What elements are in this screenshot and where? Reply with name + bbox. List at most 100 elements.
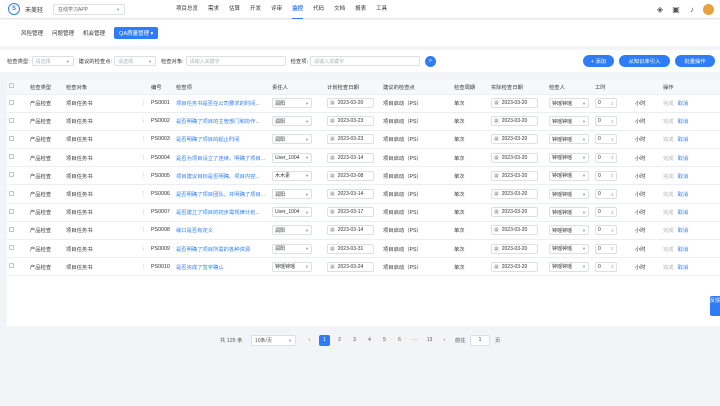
plan-date-picker[interactable]: ▦ 2023-03-14 [327, 189, 374, 200]
cancel-button[interactable]: 取消 [678, 192, 689, 198]
sub-tab[interactable]: 机会管理 [83, 29, 105, 37]
actual-date-picker[interactable]: ▦ 2023-03-20 [491, 243, 538, 254]
plan-date-picker[interactable]: ▦ 2023-03-14 [327, 152, 374, 163]
cancel-button[interactable]: 取消 [678, 210, 689, 216]
row-checkbox[interactable] [7, 94, 28, 113]
cancel-button[interactable]: 取消 [678, 101, 689, 107]
cancel-button[interactable]: 取消 [678, 174, 689, 180]
cell-item[interactable]: 是否完成了签字确认 [174, 257, 270, 277]
cell-item[interactable]: 项目建议目标是否明确、项目内容... [174, 166, 270, 186]
row-checkbox[interactable] [7, 112, 28, 131]
drag-handle-icon[interactable]: ⋮ [139, 184, 149, 204]
project-select[interactable]: 在线学习APP ▼ [53, 3, 126, 15]
plan-date-picker[interactable]: ▦ 2023-03-24 [327, 261, 374, 272]
owner-select[interactable]: 钟瑶钟瑶 ▼ [272, 261, 312, 272]
hours-stepper[interactable]: 0 ⇕ [595, 98, 617, 109]
page-button[interactable]: 2 [334, 334, 345, 346]
hours-stepper[interactable]: 0 ⇕ [595, 152, 617, 163]
drag-handle-icon[interactable]: ⋮ [139, 148, 149, 168]
plan-date-picker[interactable]: ▦ 2023-03-23 [327, 116, 374, 127]
row-checkbox[interactable] [7, 184, 28, 204]
owner-select[interactable]: 润阳 ▼ [272, 134, 312, 145]
page-button[interactable]: 13 [424, 334, 435, 346]
checker-select[interactable]: 钟瑶钟瑶 ▼ [549, 134, 589, 145]
actual-date-picker[interactable]: ▦ 2023-03-20 [491, 98, 538, 109]
object-filter-input[interactable]: 请输入关键字 [185, 56, 286, 66]
checker-select[interactable]: 钟瑶钟瑶 ▼ [549, 225, 589, 236]
hours-stepper[interactable]: 0 ⇕ [595, 189, 617, 200]
briefcase-icon[interactable]: ▣ [671, 5, 681, 15]
actual-date-picker[interactable]: ▦ 2023-03-20 [491, 170, 538, 181]
hours-stepper[interactable]: 0 ⇕ [595, 243, 617, 254]
item-link[interactable]: 是否明确了项目的起止时间 [176, 137, 240, 143]
checker-select[interactable]: 钟瑶钟瑶 ▼ [549, 261, 589, 272]
row-checkbox[interactable] [7, 239, 28, 259]
page-size-select[interactable]: 10条/页 ▼ [251, 334, 296, 346]
owner-select[interactable]: User_1004 ▼ [272, 207, 312, 218]
nav-item[interactable]: 监控 [292, 0, 304, 19]
type-filter-select[interactable]: 请选择 ▼ [31, 56, 74, 66]
hours-stepper[interactable]: 0 ⇕ [595, 116, 617, 127]
drag-handle-icon[interactable]: ⋮ [139, 203, 149, 222]
plan-date-picker[interactable]: ▦ 2023-03-08 [327, 170, 374, 181]
drag-handle-icon[interactable]: ⋮ [139, 239, 149, 259]
owner-select[interactable]: User_1004 ▼ [272, 152, 312, 163]
batch-button[interactable]: 批量操作 [675, 55, 715, 67]
owner-select[interactable]: 润阳 ▼ [272, 116, 312, 127]
cell-item[interactable]: 项目任务书是否在公司要求的时间... [174, 94, 270, 113]
nav-item[interactable]: 代码 [313, 0, 324, 19]
checker-select[interactable]: 钟瑶钟瑶 ▼ [549, 189, 589, 200]
select-all-checkbox[interactable] [7, 80, 28, 95]
cell-item[interactable]: 是否明确了项目团队、并明确了项目... [174, 184, 270, 204]
checker-select[interactable]: 钟瑶钟瑶 ▼ [549, 207, 589, 218]
nav-item[interactable]: 需求 [208, 0, 219, 19]
prev-page-button[interactable]: ‹ [304, 334, 315, 346]
complete-button[interactable]: 完成 [663, 174, 674, 180]
avatar[interactable] [703, 4, 714, 15]
row-checkbox[interactable] [7, 221, 28, 241]
cancel-button[interactable]: 取消 [678, 265, 689, 271]
sub-tab[interactable]: QA质量管理 ▾ [114, 27, 159, 39]
nav-item[interactable]: 文档 [334, 0, 345, 19]
row-checkbox[interactable] [7, 148, 28, 168]
logo[interactable]: S 禾美轻 [8, 3, 43, 15]
plan-date-picker[interactable]: ▦ 2023-03-17 [327, 207, 374, 218]
suggest-filter-select[interactable]: 请选择 ▼ [113, 56, 156, 66]
plan-date-picker[interactable]: ▦ 2023-03-31 [327, 243, 374, 254]
cell-item[interactable]: 缘口是否有定义 [174, 221, 270, 241]
owner-select[interactable]: 润阳 ▼ [272, 225, 312, 236]
drag-handle-icon[interactable]: ⋮ [139, 112, 149, 131]
bell-icon[interactable]: ♪ [687, 5, 697, 15]
item-link[interactable]: 是否明确了项目团队、并明确了项目... [176, 192, 265, 198]
hours-stepper[interactable]: 0 ⇕ [595, 170, 617, 181]
complete-button[interactable]: 完成 [663, 101, 674, 107]
layers-icon[interactable]: ◈ [655, 5, 665, 15]
cancel-button[interactable]: 取消 [678, 228, 689, 234]
sub-tab[interactable]: 风险管理 [21, 29, 43, 37]
actual-date-picker[interactable]: ▦ 2023-03-20 [491, 152, 538, 163]
page-button[interactable]: 6 [394, 334, 405, 346]
hours-stepper[interactable]: 0 ⇕ [595, 225, 617, 236]
complete-button[interactable]: 完成 [663, 192, 674, 198]
actual-date-picker[interactable]: ▦ 2023-03-20 [491, 189, 538, 200]
item-link[interactable]: 是否明确了项目的主管部门和协作... [176, 119, 260, 125]
row-checkbox[interactable] [7, 257, 28, 277]
plan-date-picker[interactable]: ▦ 2023-03-23 [327, 134, 374, 145]
page-button[interactable]: 3 [349, 334, 360, 346]
page-button[interactable]: ··· [409, 334, 420, 346]
item-link[interactable]: 项目建议目标是否明确、项目内容... [176, 174, 260, 180]
complete-button[interactable]: 完成 [663, 119, 674, 125]
feedback-tab[interactable]: 反馈 [710, 296, 720, 316]
nav-item[interactable]: 工具 [376, 0, 387, 19]
checker-select[interactable]: 钟瑶钟瑶 ▼ [549, 170, 589, 181]
drag-handle-icon[interactable]: ⋮ [139, 166, 149, 186]
item-filter-input[interactable]: 请输入关键字 [309, 56, 420, 66]
cancel-button[interactable]: 取消 [678, 156, 689, 162]
hours-stepper[interactable]: 0 ⇕ [595, 134, 617, 145]
actual-date-picker[interactable]: ▦ 2023-03-20 [491, 261, 538, 272]
complete-button[interactable]: 完成 [663, 156, 674, 162]
row-checkbox[interactable] [7, 166, 28, 186]
checker-select[interactable]: 钟瑶钟瑶 ▼ [549, 243, 589, 254]
complete-button[interactable]: 完成 [663, 265, 674, 271]
cell-item[interactable]: 是否为项目设立了连续、明确了项目... [174, 148, 270, 168]
